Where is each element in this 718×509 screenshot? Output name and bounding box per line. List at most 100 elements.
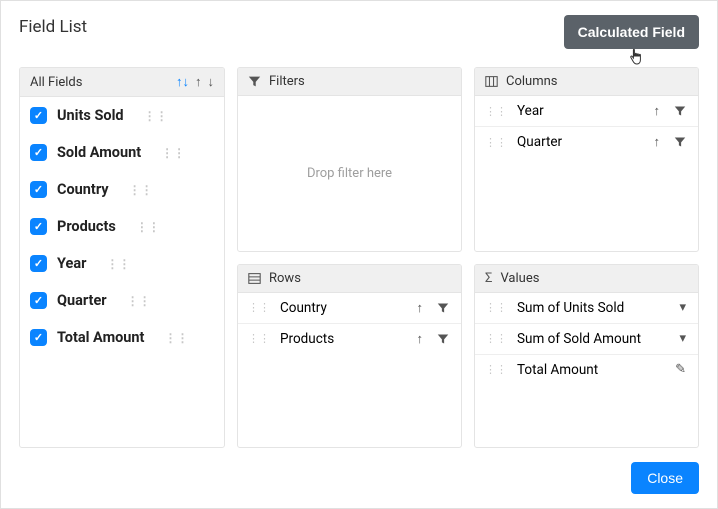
field-label: Total Amount <box>57 329 144 346</box>
axis-item[interactable]: ⋮⋮ Sum of Sold Amount ▾ <box>475 324 698 355</box>
checkbox-icon[interactable]: ✓ <box>30 292 47 309</box>
calculated-field-label: Calculated Field <box>578 24 685 40</box>
sort-desc-icon[interactable]: ↓ <box>208 74 215 90</box>
axis-item[interactable]: ⋮⋮ Total Amount ✎ <box>475 355 698 385</box>
rows-icon <box>248 272 261 285</box>
drag-handle-icon[interactable]: ⋮⋮ <box>485 105 507 118</box>
columns-list[interactable]: ⋮⋮ Year ↑ ⋮⋮ Quarter ↑ <box>475 96 698 251</box>
axis-item[interactable]: ⋮⋮ Country ↑ <box>238 293 461 324</box>
dropdown-icon[interactable]: ▾ <box>677 331 688 346</box>
rows-panel: Rows ⋮⋮ Country ↑ ⋮⋮ Products ↑ <box>237 264 462 449</box>
checkbox-icon[interactable]: ✓ <box>30 144 47 161</box>
all-fields-column: All Fields ↑↓ ↑ ↓ ✓ Units Sold ⋮⋮ <box>19 67 225 448</box>
axis-grid: Filters Drop filter here Columns ⋮⋮ <box>237 67 699 448</box>
sort-icon[interactable]: ↑ <box>415 300 426 316</box>
dialog-footer: Close <box>19 448 699 494</box>
axis-item-label: Sum of Units Sold <box>517 300 624 316</box>
drag-handle-icon[interactable]: ⋮⋮ <box>485 332 507 345</box>
columns-header: Columns <box>475 68 698 96</box>
sort-icon[interactable]: ↑ <box>652 134 663 150</box>
drag-handle-icon[interactable]: ⋮⋮ <box>144 110 168 122</box>
field-label: Sold Amount <box>57 144 141 161</box>
all-fields-header-label: All Fields <box>30 75 82 90</box>
axis-item-label: Quarter <box>517 134 562 150</box>
edit-icon[interactable]: ✎ <box>673 362 688 377</box>
filters-drop-hint: Drop filter here <box>238 96 461 251</box>
axis-item[interactable]: ⋮⋮ Products ↑ <box>238 324 461 354</box>
checkbox-icon[interactable]: ✓ <box>30 107 47 124</box>
drag-handle-icon[interactable]: ⋮⋮ <box>127 295 151 307</box>
filter-icon[interactable] <box>672 105 688 117</box>
field-label: Products <box>57 218 116 235</box>
drag-handle-icon[interactable]: ⋮⋮ <box>129 184 153 196</box>
rows-header: Rows <box>238 265 461 293</box>
values-list[interactable]: ⋮⋮ Sum of Units Sold ▾ ⋮⋮ Sum of Sold Am… <box>475 293 698 448</box>
drag-handle-icon[interactable]: ⋮⋮ <box>136 221 160 233</box>
field-item[interactable]: ✓ Total Amount ⋮⋮ <box>20 319 224 356</box>
cursor-icon <box>628 47 646 67</box>
field-label: Units Sold <box>57 107 124 124</box>
all-fields-header: All Fields ↑↓ ↑ ↓ <box>20 68 224 97</box>
field-item[interactable]: ✓ Country ⋮⋮ <box>20 171 224 208</box>
field-item[interactable]: ✓ Products ⋮⋮ <box>20 208 224 245</box>
field-item[interactable]: ✓ Year ⋮⋮ <box>20 245 224 282</box>
values-header: Σ Values <box>475 265 698 293</box>
all-fields-sort-controls: ↑↓ ↑ ↓ <box>176 74 214 90</box>
filter-icon[interactable] <box>435 333 451 345</box>
filters-header: Filters <box>238 68 461 96</box>
filters-panel: Filters Drop filter here <box>237 67 462 252</box>
close-button[interactable]: Close <box>631 462 699 494</box>
values-panel: Σ Values ⋮⋮ Sum of Units Sold ▾ ⋮⋮ Sum o… <box>474 264 699 449</box>
sigma-icon: Σ <box>485 271 492 286</box>
axis-item-label: Year <box>517 103 544 119</box>
sort-asc-icon[interactable]: ↑ <box>195 74 202 90</box>
axis-item-label: Country <box>280 300 327 316</box>
rows-list[interactable]: ⋮⋮ Country ↑ ⋮⋮ Products ↑ <box>238 293 461 448</box>
axis-item[interactable]: ⋮⋮ Year ↑ <box>475 96 698 127</box>
filters-dropzone[interactable]: Drop filter here <box>238 96 461 251</box>
drag-handle-icon[interactable]: ⋮⋮ <box>485 136 507 149</box>
axis-item-label: Products <box>280 331 334 347</box>
drag-handle-icon[interactable]: ⋮⋮ <box>485 301 507 314</box>
all-fields-panel: All Fields ↑↓ ↑ ↓ ✓ Units Sold ⋮⋮ <box>19 67 225 448</box>
filters-header-label: Filters <box>269 74 305 89</box>
drag-handle-icon[interactable]: ⋮⋮ <box>106 258 130 270</box>
field-item[interactable]: ✓ Quarter ⋮⋮ <box>20 282 224 319</box>
field-list-dialog: Field List Calculated Field All Fields ↑… <box>0 0 718 509</box>
drag-handle-icon[interactable]: ⋮⋮ <box>161 147 185 159</box>
rows-header-label: Rows <box>269 271 301 286</box>
drag-handle-icon[interactable]: ⋮⋮ <box>485 363 507 376</box>
filter-icon[interactable] <box>672 136 688 148</box>
sort-toggle-icon[interactable]: ↑↓ <box>176 74 189 90</box>
axis-item-label: Total Amount <box>517 362 598 378</box>
filter-icon[interactable] <box>435 302 451 314</box>
sort-icon[interactable]: ↑ <box>652 103 663 119</box>
columns-header-label: Columns <box>506 74 558 89</box>
columns-panel: Columns ⋮⋮ Year ↑ ⋮⋮ Quarter ↑ <box>474 67 699 252</box>
all-fields-list: ✓ Units Sold ⋮⋮ ✓ Sold Amount ⋮⋮ ✓ Count… <box>20 97 224 447</box>
checkbox-icon[interactable]: ✓ <box>30 255 47 272</box>
field-label: Country <box>57 181 109 198</box>
axis-item-label: Sum of Sold Amount <box>517 331 641 347</box>
close-label: Close <box>647 470 683 486</box>
drag-handle-icon[interactable]: ⋮⋮ <box>248 301 270 314</box>
checkbox-icon[interactable]: ✓ <box>30 218 47 235</box>
drag-handle-icon[interactable]: ⋮⋮ <box>164 332 188 344</box>
axis-item[interactable]: ⋮⋮ Quarter ↑ <box>475 127 698 157</box>
drag-handle-icon[interactable]: ⋮⋮ <box>248 332 270 345</box>
checkbox-icon[interactable]: ✓ <box>30 181 47 198</box>
axis-item[interactable]: ⋮⋮ Sum of Units Sold ▾ <box>475 293 698 324</box>
columns-icon <box>485 75 498 88</box>
field-item[interactable]: ✓ Sold Amount ⋮⋮ <box>20 134 224 171</box>
calculated-field-button[interactable]: Calculated Field <box>564 15 699 49</box>
field-item[interactable]: ✓ Units Sold ⋮⋮ <box>20 97 224 134</box>
checkbox-icon[interactable]: ✓ <box>30 329 47 346</box>
sort-icon[interactable]: ↑ <box>415 331 426 347</box>
field-label: Quarter <box>57 292 107 309</box>
dialog-body: All Fields ↑↓ ↑ ↓ ✓ Units Sold ⋮⋮ <box>19 67 699 448</box>
dropdown-icon[interactable]: ▾ <box>677 300 688 315</box>
filter-icon <box>248 75 261 88</box>
dialog-header: Field List Calculated Field <box>19 15 699 49</box>
field-label: Year <box>57 255 86 272</box>
values-header-label: Values <box>500 271 539 286</box>
